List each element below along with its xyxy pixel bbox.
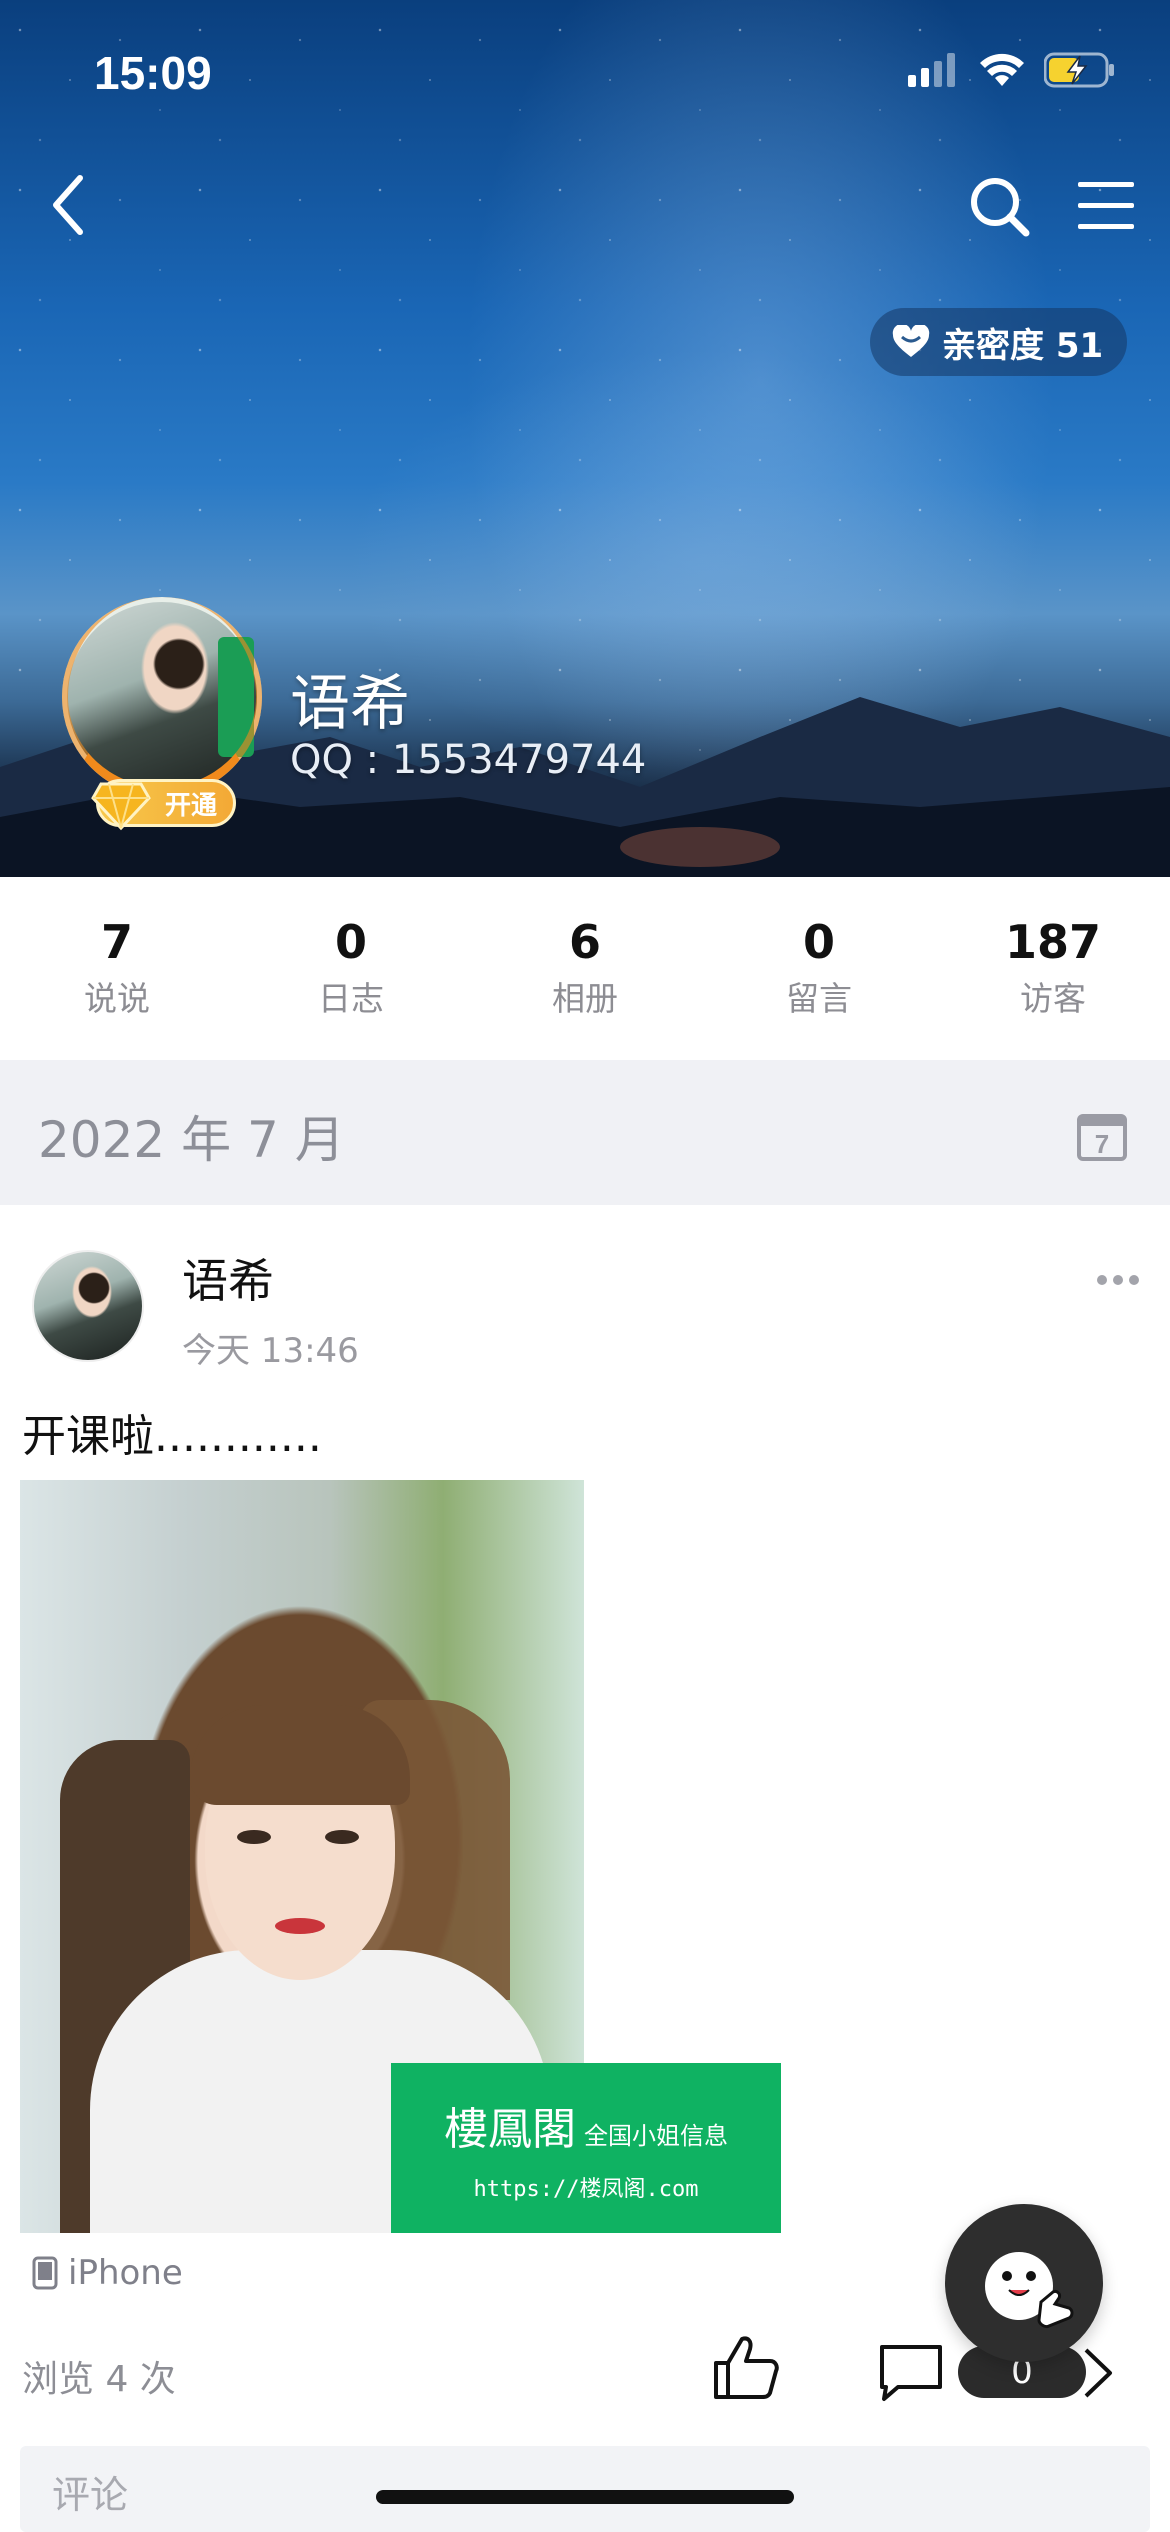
watermark-title-row: 樓鳳閣 全国小姐信息: [444, 2093, 728, 2157]
watermark-subtitle: 全国小姐信息: [584, 2122, 728, 2150]
calendar-icon[interactable]: 7: [1076, 1110, 1128, 1162]
stat-value: 0: [802, 915, 835, 970]
post-timestamp: 今天 13:46: [182, 1331, 359, 1371]
profile-name: 语希: [290, 669, 410, 739]
profile-qq-number: QQ : 1553479744: [290, 737, 647, 783]
photo-detail: [325, 1830, 359, 1844]
post-view-count: 浏览 4 次: [22, 2359, 176, 2400]
photo-detail: [237, 1830, 271, 1844]
stat-messages[interactable]: 0 留言: [702, 877, 936, 1060]
status-time: 15:09: [94, 47, 212, 99]
stat-value: 187: [1004, 915, 1102, 970]
post-text: 开课啦............: [22, 1411, 322, 1462]
post-device: iPhone: [32, 2253, 183, 2293]
stat-value: 6: [568, 915, 601, 970]
profile-avatar[interactable]: 开通: [62, 597, 262, 831]
stat-value: 0: [334, 915, 367, 970]
thumbs-up-icon[interactable]: [710, 2333, 780, 2403]
photo-detail: [190, 1705, 410, 1805]
stat-label: 访客: [1020, 978, 1086, 1018]
battery-icon: [1044, 52, 1114, 88]
watermark-title: 樓鳳閣: [444, 2104, 576, 2155]
photo-detail: [275, 1918, 325, 1934]
status-bar: 15:09: [0, 0, 1170, 140]
cellular-signal-icon: [908, 53, 955, 87]
calendar-day: 7: [1095, 1129, 1109, 1159]
vip-badge[interactable]: 开通: [91, 779, 236, 831]
search-icon[interactable]: [968, 175, 1032, 239]
status-icons: [908, 52, 1116, 88]
date-header: 2022 年 7 月: [0, 1060, 1170, 1205]
phone-icon: [32, 2256, 58, 2290]
stat-blog[interactable]: 0 日志: [234, 877, 468, 1060]
stat-label: 留言: [786, 978, 852, 1018]
back-button[interactable]: [44, 170, 92, 240]
vip-badge-label: 开通: [164, 790, 217, 821]
comment-input[interactable]: 评论: [20, 2446, 1150, 2532]
intimacy-label: 亲密度 51: [942, 325, 1104, 366]
post-device-label: iPhone: [68, 2253, 183, 2293]
menu-icon[interactable]: [1076, 178, 1136, 234]
assistant-mascot-icon: [985, 2252, 1074, 2328]
stats-bar: 7 说说 0 日志 6 相册 0 留言 187 访客: [0, 877, 1170, 1060]
more-icon[interactable]: [1096, 1273, 1140, 1287]
comment-icon[interactable]: [876, 2343, 946, 2403]
stat-label: 日志: [318, 978, 384, 1018]
watermark-banner: 樓鳳閣 全国小姐信息 https://楼凤阁.com: [391, 2063, 781, 2233]
stat-visitors[interactable]: 187 访客: [936, 877, 1170, 1060]
intimacy-badge[interactable]: 亲密度 51: [870, 308, 1128, 376]
diamond-icon: [91, 782, 151, 831]
watermark-url: https://楼凤阁.com: [473, 2177, 699, 2202]
date-label: 2022 年 7 月: [38, 1111, 345, 1169]
heart-icon: [892, 325, 930, 357]
stat-label: 相册: [552, 978, 618, 1018]
stat-shuoshuo[interactable]: 7 说说: [0, 877, 234, 1060]
avatar-ring: [62, 597, 262, 797]
stat-label: 说说: [84, 978, 150, 1018]
home-indicator[interactable]: [376, 2490, 794, 2504]
post-author-name[interactable]: 语希: [182, 1245, 274, 1311]
floating-assistant-button[interactable]: [945, 2204, 1103, 2362]
stat-album[interactable]: 6 相册: [468, 877, 702, 1060]
wifi-icon: [980, 53, 1024, 86]
stat-value: 7: [100, 915, 133, 970]
post-author-avatar[interactable]: [32, 1250, 144, 1362]
